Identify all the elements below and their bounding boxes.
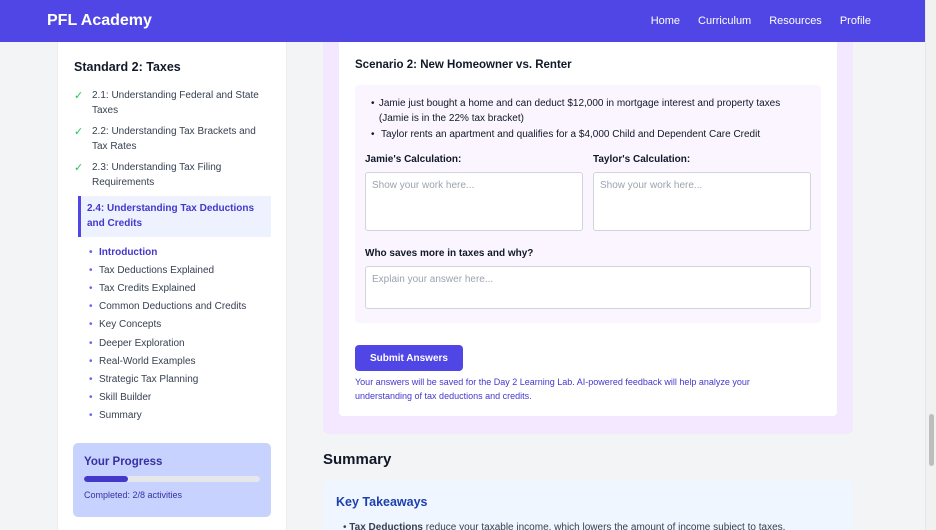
lesson-label: 2.1: Understanding Federal and State Tax… bbox=[92, 90, 259, 116]
scenario-bullet: • Taylor rents an apartment and qualifie… bbox=[371, 127, 811, 142]
lesson-item-2-1[interactable]: ✓ 2.1: Understanding Federal and State T… bbox=[74, 88, 274, 118]
scrollbar-thumb[interactable] bbox=[929, 414, 934, 466]
bullet-icon: • bbox=[89, 282, 93, 294]
bullet-text: Jamie just bought a home and can deduct … bbox=[378, 98, 781, 124]
section-item-tax-deductions[interactable]: • Tax Deductions Explained bbox=[89, 261, 279, 279]
section-label: Skill Builder bbox=[99, 392, 152, 404]
check-icon: ✓ bbox=[74, 90, 84, 102]
nav-link-resources[interactable]: Resources bbox=[769, 15, 822, 27]
bullet-icon: • bbox=[89, 246, 93, 258]
lesson-label: 2.3: Understanding Tax Filing Requiremen… bbox=[92, 162, 222, 188]
scenario-card: Scenario 2: New Homeowner vs. Renter • J… bbox=[339, 42, 837, 416]
submit-answers-button[interactable]: Submit Answers bbox=[355, 345, 463, 371]
section-label: Strategic Tax Planning bbox=[99, 373, 199, 385]
takeaway-term: Tax Deductions bbox=[349, 522, 423, 530]
bullet-icon: • bbox=[89, 337, 93, 349]
sidebar: Standard 2: Taxes ✓ 2.1: Understanding F… bbox=[57, 42, 287, 530]
progress-title: Your Progress bbox=[84, 456, 163, 468]
progress-bar bbox=[84, 476, 260, 482]
bullet-icon: • bbox=[371, 98, 375, 109]
nav-link-curriculum[interactable]: Curriculum bbox=[698, 15, 751, 27]
page-scrollbar[interactable] bbox=[925, 0, 936, 530]
section-item-common-deductions[interactable]: • Common Deductions and Credits bbox=[89, 298, 279, 316]
bullet-icon: • bbox=[89, 319, 93, 331]
nav-link-profile[interactable]: Profile bbox=[840, 15, 871, 27]
takeaway-text: reduce your taxable income, which lowers… bbox=[423, 522, 786, 530]
bullet-icon: • bbox=[89, 392, 93, 404]
section-item-tax-credits[interactable]: • Tax Credits Explained bbox=[89, 279, 279, 297]
progress-text: Completed: 2/8 activities bbox=[84, 490, 183, 500]
bullet-icon: • bbox=[89, 301, 93, 313]
scenario-bullet: • Jamie just bought a home and can deduc… bbox=[371, 96, 811, 126]
key-takeaways-box: Key Takeaways • Tax Deductions reduce yo… bbox=[323, 481, 853, 530]
lesson-item-2-4-active[interactable]: 2.4: Understanding Tax Deductions and Cr… bbox=[78, 196, 271, 237]
section-label: Deeper Exploration bbox=[99, 337, 185, 349]
bullet-text: Taylor rents an apartment and qualifies … bbox=[381, 129, 761, 140]
bullet-icon: • bbox=[89, 410, 93, 422]
section-item-real-world[interactable]: • Real-World Examples bbox=[89, 352, 279, 370]
taylor-calculation-input[interactable] bbox=[593, 172, 811, 231]
section-label: Tax Credits Explained bbox=[99, 282, 196, 294]
brand-logo[interactable]: PFL Academy bbox=[47, 12, 152, 30]
top-navbar: PFL Academy Home Curriculum Resources Pr… bbox=[0, 0, 925, 42]
section-item-summary[interactable]: • Summary bbox=[89, 407, 279, 425]
activity-panel: Scenario 2: New Homeowner vs. Renter • J… bbox=[323, 42, 853, 434]
section-label: Introduction bbox=[99, 246, 158, 258]
section-item-skill-builder[interactable]: • Skill Builder bbox=[89, 389, 279, 407]
progress-bar-fill bbox=[84, 476, 128, 482]
section-item-key-concepts[interactable]: • Key Concepts bbox=[89, 316, 279, 334]
key-takeaways-title: Key Takeaways bbox=[336, 495, 428, 509]
scenario-title: Scenario 2: New Homeowner vs. Renter bbox=[355, 59, 572, 71]
save-note: Your answers will be saved for the Day 2… bbox=[355, 377, 750, 401]
scenario-box: • Jamie just bought a home and can deduc… bbox=[355, 85, 821, 323]
lesson-item-2-3[interactable]: ✓ 2.3: Understanding Tax Filing Requirem… bbox=[74, 160, 274, 190]
takeaway-item: • Tax Deductions reduce your taxable inc… bbox=[343, 522, 785, 530]
check-icon: ✓ bbox=[74, 162, 84, 174]
bullet-icon: • bbox=[89, 264, 93, 276]
bullet-icon: • bbox=[89, 355, 93, 367]
jamie-calculation-label: Jamie's Calculation: bbox=[365, 154, 462, 165]
section-list: • Introduction • Tax Deductions Explained … bbox=[89, 243, 279, 425]
taylor-calculation-label: Taylor's Calculation: bbox=[593, 154, 691, 165]
question-label: Who saves more in taxes and why? bbox=[365, 248, 534, 259]
sidebar-title: Standard 2: Taxes bbox=[74, 60, 181, 74]
bullet-icon: • bbox=[89, 373, 93, 385]
summary-heading: Summary bbox=[323, 451, 392, 468]
nav-link-home[interactable]: Home bbox=[651, 15, 680, 27]
section-label: Real-World Examples bbox=[99, 355, 196, 367]
section-item-introduction[interactable]: • Introduction bbox=[89, 243, 279, 261]
section-label: Summary bbox=[99, 410, 142, 422]
jamie-calculation-input[interactable] bbox=[365, 172, 583, 231]
bullet-icon: • bbox=[371, 129, 375, 140]
section-item-deeper-exploration[interactable]: • Deeper Exploration bbox=[89, 334, 279, 352]
section-label: Key Concepts bbox=[99, 319, 162, 331]
lesson-label: 2.2: Understanding Tax Brackets and Tax … bbox=[92, 126, 256, 152]
progress-card: Your Progress Completed: 2/8 activities bbox=[73, 443, 271, 517]
check-icon: ✓ bbox=[74, 126, 84, 138]
nav-links: Home Curriculum Resources Profile bbox=[651, 15, 871, 27]
section-item-strategic-planning[interactable]: • Strategic Tax Planning bbox=[89, 370, 279, 388]
lesson-item-2-2[interactable]: ✓ 2.2: Understanding Tax Brackets and Ta… bbox=[74, 124, 274, 154]
section-label: Tax Deductions Explained bbox=[99, 264, 215, 276]
answer-input[interactable] bbox=[365, 266, 811, 309]
section-label: Common Deductions and Credits bbox=[99, 301, 247, 313]
